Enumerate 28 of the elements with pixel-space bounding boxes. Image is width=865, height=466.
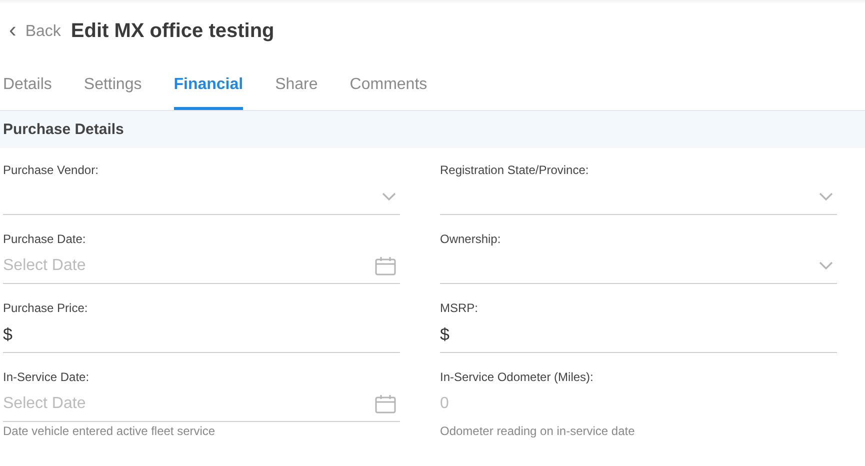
tab[interactable]: Settings xyxy=(84,68,142,110)
field-label: MSRP: xyxy=(440,301,480,315)
calendar-icon xyxy=(375,256,396,276)
page-title: Edit MX office testing xyxy=(70,20,274,43)
currency-field[interactable]: $ xyxy=(3,321,400,353)
currency-field[interactable]: $ xyxy=(440,321,837,353)
field-label: In-Service Odometer (Miles): xyxy=(440,370,594,384)
tab[interactable]: Comments xyxy=(350,68,428,110)
chevron-down-icon xyxy=(819,192,833,201)
date-field[interactable]: Select Date xyxy=(3,256,375,274)
calendar-icon xyxy=(375,394,396,414)
tab[interactable]: Details xyxy=(3,68,52,110)
chevron-down-icon xyxy=(819,261,833,270)
tab[interactable]: Share xyxy=(275,68,318,110)
field-label: Purchase Vendor: xyxy=(3,163,100,177)
field-label: In-Service Date: xyxy=(3,370,90,384)
field-hint: Date vehicle entered active fleet service xyxy=(3,424,216,438)
section-title: Purchase Details xyxy=(3,121,124,138)
back-icon: ‹ xyxy=(9,19,16,41)
field-label: Purchase Date: xyxy=(3,232,87,246)
field-hint: Odometer reading on in-service date xyxy=(440,424,636,438)
field-label: Purchase Price: xyxy=(3,301,89,315)
back-link[interactable]: ‹ Back xyxy=(9,22,61,41)
date-field[interactable]: Select Date xyxy=(3,394,375,412)
field-label: Ownership: xyxy=(440,232,502,246)
number-field[interactable]: 0 xyxy=(440,390,837,422)
field-label: Registration State/Province: xyxy=(440,163,590,177)
chevron-down-icon xyxy=(382,192,396,201)
